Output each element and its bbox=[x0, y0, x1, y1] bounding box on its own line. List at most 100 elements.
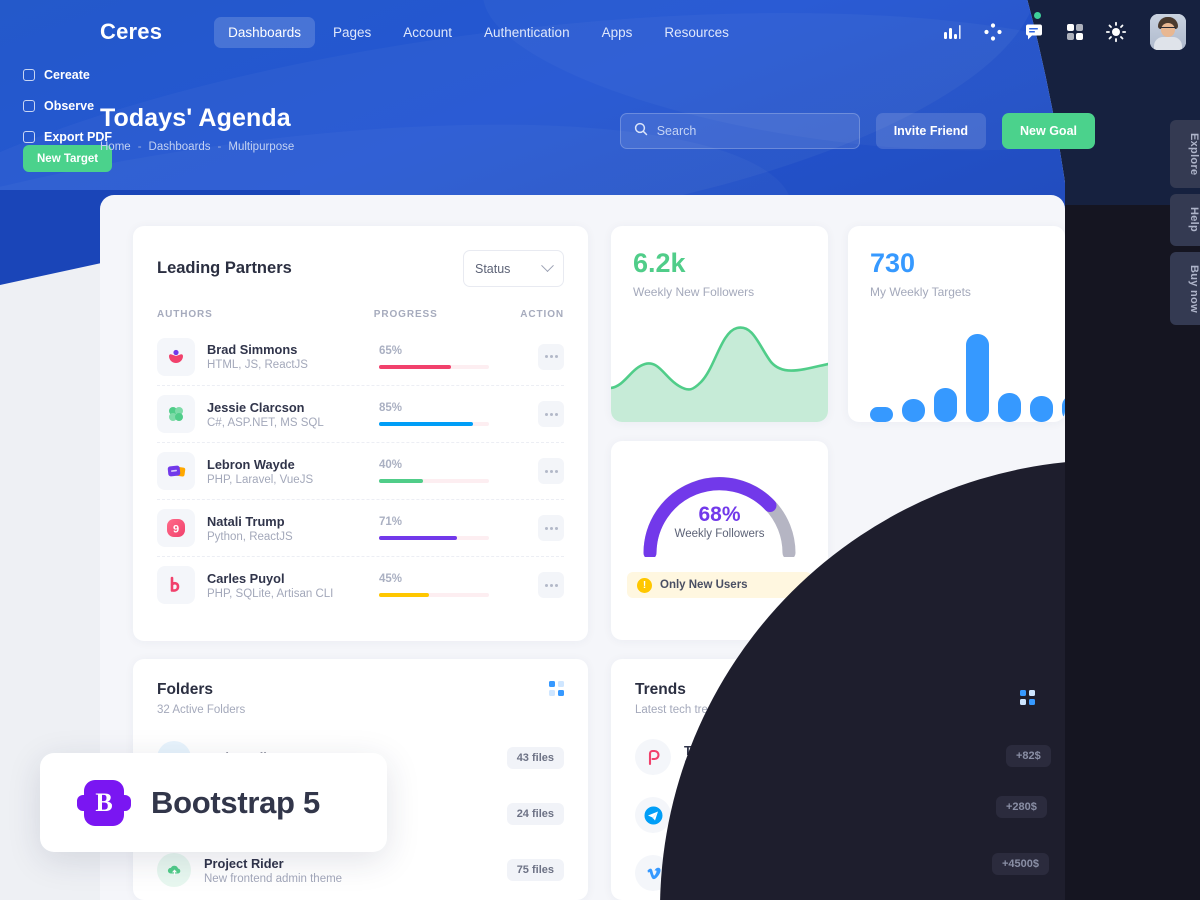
partner-name: Lebron Wayde bbox=[207, 456, 295, 472]
page-header: Todays' Agenda Home - Dashboards - Multi… bbox=[100, 104, 294, 153]
side-tab-help[interactable]: Help bbox=[1170, 194, 1200, 246]
grid-dots-icon[interactable] bbox=[549, 681, 564, 696]
status-select-value: Status bbox=[475, 261, 511, 276]
brand-logo[interactable]: Ceres bbox=[100, 19, 162, 45]
partner-name: Natali Trump bbox=[207, 513, 285, 529]
folders-subtitle: 32 Active Folders bbox=[157, 704, 246, 716]
grid-dots-icon[interactable] bbox=[1020, 690, 1035, 705]
targets-value: 730 bbox=[870, 248, 916, 278]
table-row[interactable]: Carles Puyol PHP, SQLite, Artisan CLI 45… bbox=[157, 556, 564, 613]
chart-icon[interactable] bbox=[941, 21, 963, 43]
list-item[interactable]: Cereate bbox=[23, 68, 112, 82]
checkbox-icon[interactable] bbox=[23, 100, 35, 112]
breadcrumb-multipurpose: Multipurpose bbox=[228, 141, 295, 153]
bootstrap-logo-letter: B bbox=[84, 779, 124, 826]
folder-file-count: 75 files bbox=[506, 859, 564, 881]
nav-link-authentication[interactable]: Authentication bbox=[470, 17, 584, 48]
progress-track bbox=[379, 536, 489, 540]
progress-percent: 40% bbox=[379, 459, 403, 471]
progress-percent: 85% bbox=[379, 402, 403, 414]
checkbox-icon[interactable] bbox=[23, 131, 35, 143]
nav-link-dashboards[interactable]: Dashboards bbox=[214, 16, 315, 48]
search-icon bbox=[634, 122, 648, 141]
folder-name: Project Rider bbox=[204, 855, 284, 871]
folder-file-count: 24 files bbox=[506, 803, 564, 825]
breadcrumb: Home - Dashboards - Multipurpose bbox=[100, 141, 294, 153]
row-menu-button[interactable] bbox=[538, 458, 564, 484]
row-menu-button[interactable] bbox=[538, 572, 564, 598]
chat-icon[interactable] bbox=[1023, 12, 1045, 43]
partners-header: Leading Partners Status bbox=[133, 226, 588, 287]
gauge-center-labels: 68% Weekly Followers bbox=[638, 503, 801, 540]
column-authors: AUTHORS bbox=[157, 309, 213, 320]
partner-skills: PHP, Laravel, VueJS bbox=[207, 473, 314, 486]
nav-link-pages[interactable]: Pages bbox=[319, 17, 385, 48]
breadcrumb-separator: - bbox=[217, 141, 222, 153]
page-title: Todays' Agenda bbox=[100, 104, 291, 132]
grid-icon[interactable] bbox=[1064, 21, 1086, 43]
targets-label: My Weekly Targets bbox=[870, 285, 971, 299]
progress-fill bbox=[379, 422, 473, 426]
row-menu-button[interactable] bbox=[538, 515, 564, 541]
partner-name: Brad Simmons bbox=[207, 342, 298, 357]
column-progress: PROGRESS bbox=[373, 309, 438, 320]
folders-title-group: Folders 32 Active Folders bbox=[157, 681, 245, 716]
followers-area-chart bbox=[611, 326, 828, 422]
partner-info: Carles Puyol PHP, SQLite, Artisan CLI bbox=[207, 571, 379, 600]
partner-info: Lebron Wayde PHP, Laravel, VueJS bbox=[207, 457, 379, 486]
partner-info: Natali Trump Python, ReactJS bbox=[207, 514, 379, 543]
side-tab-explore[interactable]: Explore bbox=[1170, 120, 1200, 189]
avatar[interactable] bbox=[1150, 14, 1186, 50]
header-actions: Invite Friend New Goal bbox=[619, 113, 1095, 149]
table-row[interactable]: Lebron Wayde PHP, Laravel, VueJS 40% bbox=[157, 442, 564, 499]
partners-column-headers: AUTHORS PROGRESS ACTION bbox=[133, 309, 588, 320]
navbar-actions bbox=[941, 12, 1186, 50]
table-row[interactable]: Jessie Clarcson C#, ASP.NET, MS SQL 85% bbox=[157, 385, 564, 442]
progress-track bbox=[379, 479, 489, 483]
bar bbox=[966, 334, 989, 422]
row-menu-button[interactable] bbox=[538, 401, 564, 427]
folder-info: Project Rider New frontend admin theme bbox=[204, 856, 342, 885]
search-input[interactable] bbox=[656, 124, 837, 138]
status-select[interactable]: Status bbox=[463, 250, 564, 287]
trend-amount: +82$ bbox=[1006, 745, 1051, 767]
partner-progress: 85% bbox=[379, 402, 529, 426]
bar bbox=[998, 393, 1021, 422]
breadcrumb-dashboards[interactable]: Dashboards bbox=[149, 141, 211, 153]
folders-header: Folders 32 Active Folders bbox=[133, 659, 588, 716]
nav-link-resources[interactable]: Resources bbox=[650, 17, 743, 48]
new-target-button[interactable]: New Target bbox=[23, 145, 113, 172]
list-item[interactable]: Export PDF bbox=[23, 130, 112, 144]
search-box[interactable] bbox=[619, 113, 860, 149]
targets-bar-chart bbox=[870, 318, 1065, 422]
new-goal-button[interactable]: New Goal bbox=[1002, 113, 1095, 149]
followers-label: Weekly New Followers bbox=[633, 285, 755, 299]
progress-fill bbox=[379, 364, 451, 369]
folder-file-count: 43 files bbox=[506, 747, 564, 769]
dots-move-icon[interactable] bbox=[982, 21, 1004, 43]
table-row[interactable]: 9 Natali Trump Python, ReactJS 71% bbox=[157, 499, 564, 556]
progress-fill bbox=[379, 593, 429, 597]
partners-rows: Brad Simmons HTML, JS, ReactJS 65% Jessi… bbox=[133, 328, 588, 613]
nav-link-account[interactable]: Account bbox=[389, 17, 466, 48]
checkbox-icon[interactable] bbox=[23, 69, 35, 81]
row-menu-button[interactable] bbox=[538, 343, 564, 370]
progress-track bbox=[379, 422, 489, 426]
side-tabs: Explore Help Buy now bbox=[1170, 120, 1200, 326]
clover-icon bbox=[157, 395, 195, 433]
sun-icon[interactable] bbox=[1105, 21, 1127, 43]
nav-links: Dashboards Pages Account Authentication … bbox=[214, 16, 743, 48]
progress-track bbox=[379, 593, 489, 597]
partner-name: Carles Puyol bbox=[207, 570, 285, 586]
invite-friend-button[interactable]: Invite Friend bbox=[875, 113, 987, 149]
plurk-icon bbox=[157, 337, 195, 376]
nav-link-apps[interactable]: Apps bbox=[588, 17, 647, 48]
progress-fill bbox=[379, 479, 423, 483]
list-item[interactable]: Observe bbox=[23, 99, 112, 113]
partner-progress: 45% bbox=[379, 573, 529, 597]
table-row[interactable]: Brad Simmons HTML, JS, ReactJS 65% bbox=[157, 328, 564, 385]
trend-amount: +280$ bbox=[996, 796, 1047, 818]
partner-info: Brad Simmons HTML, JS, ReactJS bbox=[207, 342, 379, 371]
breadcrumb-home[interactable]: Home bbox=[100, 141, 131, 153]
side-tab-buy-now[interactable]: Buy now bbox=[1170, 251, 1200, 326]
